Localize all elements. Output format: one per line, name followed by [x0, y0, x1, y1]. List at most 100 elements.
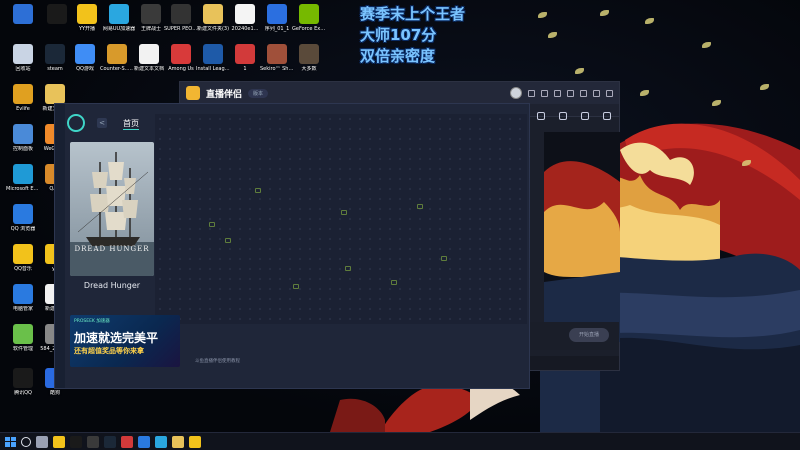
recycle-bin-icon [13, 44, 33, 64]
desktop-icon[interactable]: QQ游戏 [68, 44, 102, 72]
game-cover-image[interactable]: DREAD HUNGER [70, 142, 154, 276]
file-icon [235, 4, 255, 24]
desktop-icon[interactable]: Evlife [6, 84, 40, 112]
desktop-icon[interactable]: GeForce Experience [292, 4, 326, 32]
back-button[interactable]: < [97, 118, 107, 128]
minimize-icon[interactable] [580, 89, 587, 97]
windows-app-icon [13, 4, 33, 24]
steam-icon[interactable] [104, 435, 116, 448]
game-title[interactable]: Dread Hunger [71, 281, 153, 290]
desktop-icon-label: Sekiro™ Shadow... [260, 66, 294, 72]
desktop-icon[interactable]: 1 [228, 44, 262, 72]
desktop-icon[interactable]: YY开播 [70, 4, 104, 32]
desktop-icon-label: 王牌战士 [140, 26, 161, 32]
overlay-line-2: 大师107分 [360, 26, 437, 44]
side-rail [55, 104, 65, 388]
desktop-icon-label: YY开播 [78, 26, 96, 32]
desktop-icon-label: SUPER PEOPLE CBT [164, 26, 198, 32]
desktop-icon-label: Among Us [168, 66, 194, 72]
qq-music-icon [13, 244, 33, 264]
desktop-icon-label: 控制面板 [12, 146, 33, 152]
grid-marker [293, 284, 299, 289]
pc-manager-icon [13, 284, 33, 304]
yy-icon[interactable] [189, 435, 201, 448]
ad-subline: 还有超值奖品等你来拿 [74, 347, 144, 355]
sekiro-icon [267, 44, 287, 64]
desktop-icon-label: QQ游戏 [76, 66, 94, 72]
grid-marker [225, 238, 231, 243]
desktop-icon[interactable]: 控制面板 [6, 124, 40, 152]
desktop-icon-label: 软件管理 [12, 346, 33, 352]
bell-icon[interactable] [581, 112, 589, 120]
desktop-icon[interactable]: 电脑管家 [6, 284, 40, 312]
tutorial-tip[interactable]: 斗鱼直播伴侣使用教程 [195, 358, 240, 364]
app-icon[interactable] [155, 435, 167, 448]
qq-icon[interactable] [70, 435, 82, 448]
app-icon[interactable] [138, 435, 150, 448]
share-icon[interactable] [603, 112, 611, 120]
app-icon[interactable] [172, 435, 184, 448]
desktop-icon[interactable]: 王牌战士 [134, 4, 168, 32]
desktop-icon[interactable]: SUPER PEOPLE CBT [164, 4, 198, 32]
grid-marker [341, 210, 347, 215]
layers-icon[interactable] [537, 112, 545, 120]
app-icon[interactable] [121, 435, 133, 448]
desktop-icon[interactable]: QQ 浏览器 [6, 204, 40, 232]
platform-logo-icon[interactable] [67, 114, 85, 132]
grid-marker [417, 204, 423, 209]
taskbar [0, 432, 800, 450]
go-live-button[interactable]: 开始直播 [569, 328, 609, 342]
message-icon[interactable] [541, 89, 548, 97]
version-pill[interactable]: 版本 [248, 88, 269, 98]
desktop-icon[interactable]: 网易UU加速器 [102, 4, 136, 32]
preview-art [544, 161, 620, 342]
desktop-icon[interactable]: steam [38, 44, 72, 72]
yy-live-icon [77, 4, 97, 24]
ad-headline: 加速就选完美平 [74, 331, 159, 345]
desktop-icon[interactable]: 新建文件夹(3) [196, 4, 230, 32]
file-explorer-icon[interactable] [53, 435, 65, 448]
preview-panel [544, 132, 620, 342]
desktop-icon[interactable]: Counter-S... Global Off... [100, 44, 134, 72]
desktop-icon-label: 新建文本文档 [133, 66, 164, 72]
desktop-icon[interactable]: 大多数 [292, 44, 326, 72]
maximize-icon[interactable] [593, 89, 600, 97]
super-people-icon [171, 4, 191, 24]
start-icon[interactable] [4, 436, 16, 448]
desktop-icon[interactable]: Microsoft Edge [6, 164, 40, 192]
grid-marker [345, 266, 351, 271]
among-us-icon [171, 44, 191, 64]
desktop-icon-label: steam [47, 66, 63, 72]
close-icon[interactable] [606, 89, 613, 97]
desktop-icon[interactable]: 回收站 [6, 44, 40, 72]
desktop-icon[interactable]: Sekiro™ Shadow... [260, 44, 294, 72]
desktop-icon[interactable]: 软件管理 [6, 324, 40, 352]
software-manager-icon [13, 324, 33, 344]
uu-accelerator-icon [109, 4, 129, 24]
game-icon [13, 84, 33, 104]
desktop-icon[interactable]: 20240e1... [228, 4, 262, 32]
desktop-icon[interactable] [40, 4, 74, 26]
gift-icon[interactable] [528, 89, 535, 97]
promo-banner[interactable]: PROSEEK 加速器 加速就选完美平 还有超值奖品等你来拿 [70, 315, 180, 367]
desktop-icon[interactable]: 新建文本文档 [132, 44, 166, 72]
video-file-icon [267, 4, 287, 24]
desktop-icon[interactable] [6, 4, 40, 26]
main-content-area [155, 114, 527, 324]
task-view-icon[interactable] [36, 435, 48, 448]
menu-icon[interactable] [567, 89, 574, 97]
app-icon[interactable] [87, 435, 99, 448]
edge-icon [13, 164, 33, 184]
search-icon[interactable] [21, 436, 31, 447]
avatar[interactable] [510, 87, 522, 99]
desktop-icon[interactable]: Among Us [164, 44, 198, 72]
desktop-icon[interactable]: 腾讯QQ [6, 368, 40, 396]
desktop-icon[interactable]: QQ音乐 [6, 244, 40, 272]
desktop-icon-label: 1 [243, 66, 247, 72]
settings-icon[interactable] [554, 89, 561, 97]
desktop-icon[interactable]: Install League o... [196, 44, 230, 72]
tab-home[interactable]: 首页 [123, 118, 139, 129]
desktop-icon[interactable]: 序列_01_1 [260, 4, 294, 32]
text-file-icon [139, 44, 159, 64]
screen-icon[interactable] [559, 112, 567, 120]
